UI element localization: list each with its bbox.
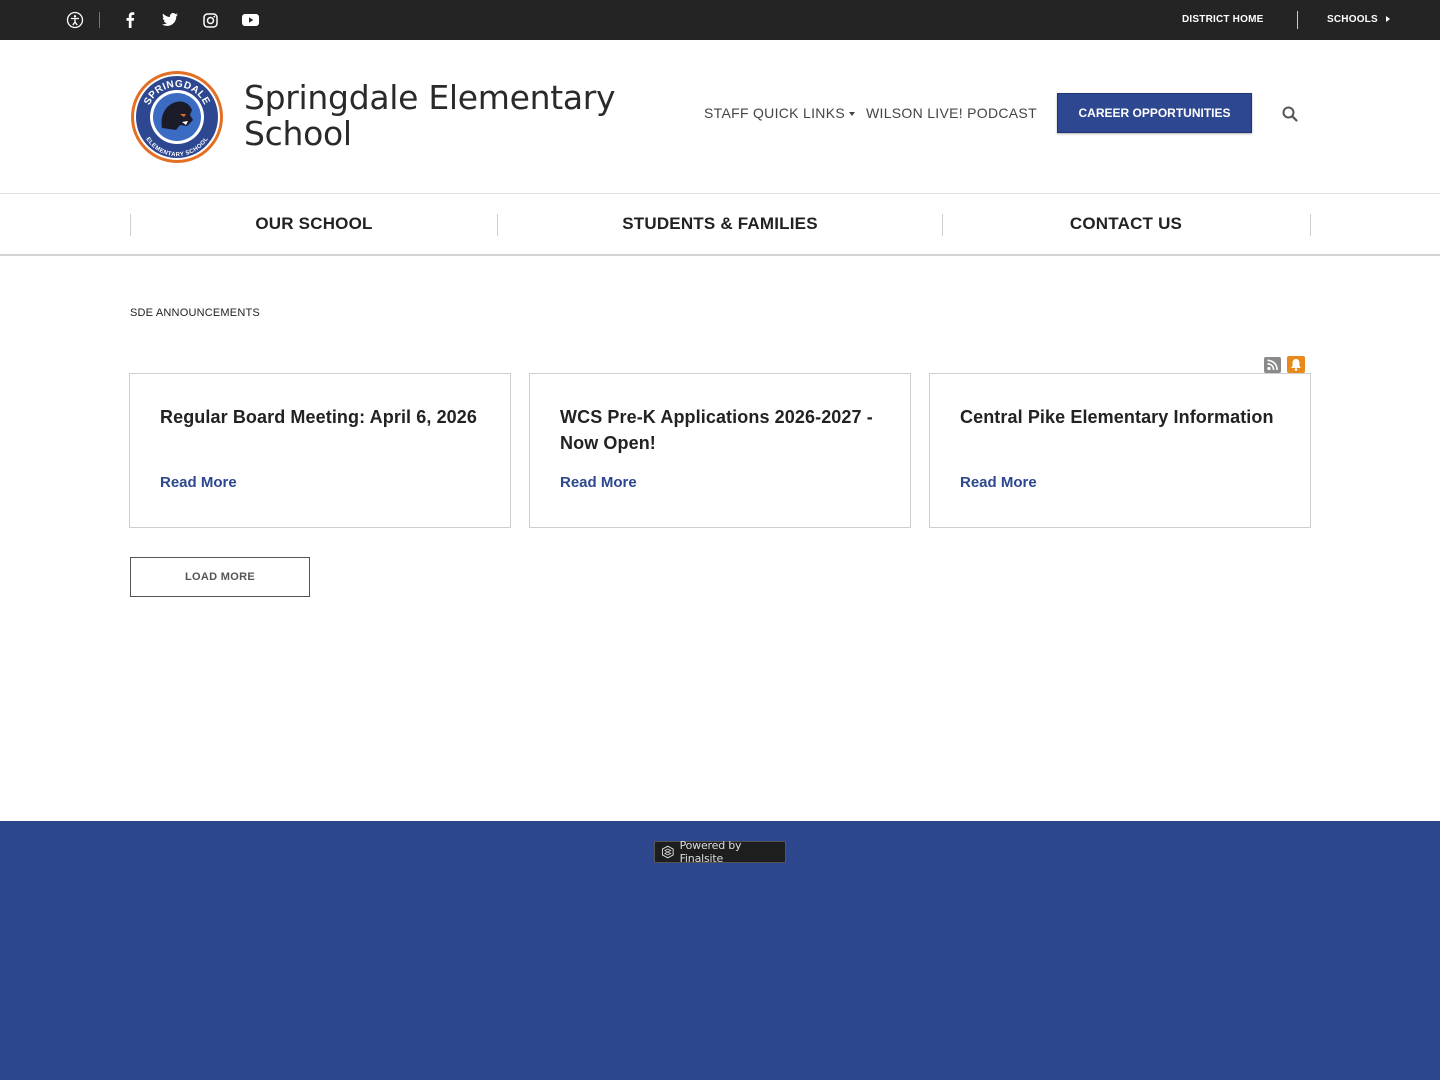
accessibility-icon[interactable] xyxy=(65,10,85,30)
bell-icon[interactable] xyxy=(1287,356,1305,373)
read-more-link[interactable]: Read More xyxy=(960,474,1037,491)
district-home-link[interactable]: DISTRICT HOME xyxy=(1182,14,1264,25)
facebook-icon[interactable] xyxy=(120,10,140,30)
finalsite-logo-icon xyxy=(661,845,674,859)
read-more-link[interactable]: Read More xyxy=(560,474,637,491)
powered-by-badge[interactable]: Powered by Finalsite xyxy=(654,839,786,865)
podcast-link[interactable]: WILSON LIVE! PODCAST xyxy=(866,105,1037,121)
utility-bar: DISTRICT HOME SCHOOLS xyxy=(0,0,1440,40)
announcement-title[interactable]: Regular Board Meeting: April 6, 2026 xyxy=(160,404,480,430)
powered-by-text: Powered by Finalsite xyxy=(679,839,742,865)
caret-right-icon xyxy=(1386,16,1390,22)
instagram-icon[interactable] xyxy=(200,10,220,30)
nav-contact-us[interactable]: CONTACT US xyxy=(943,214,1309,234)
school-logo[interactable]: SPRINGDALE ELEMENTARY SCHOOL xyxy=(130,70,224,164)
announcements-heading: SDE ANNOUNCEMENTS xyxy=(130,307,260,319)
announcement-card[interactable]: Regular Board Meeting: April 6, 2026 Rea… xyxy=(129,373,511,528)
schools-link[interactable]: SCHOOLS xyxy=(1327,14,1378,25)
announcement-title[interactable]: Central Pike Elementary Information xyxy=(960,404,1280,430)
topbar-separator xyxy=(1297,11,1298,29)
rss-icon[interactable] xyxy=(1264,357,1281,373)
chevron-down-icon xyxy=(848,112,855,117)
read-more-link[interactable]: Read More xyxy=(160,474,237,491)
announcement-card[interactable]: Central Pike Elementary Information Read… xyxy=(929,373,1311,528)
site-title[interactable]: Springdale Elementary School xyxy=(244,80,624,152)
staff-quick-links-menu[interactable]: STAFF QUICK LINKS xyxy=(704,105,855,121)
nav-separator xyxy=(1310,214,1311,236)
staff-quick-links-label: STAFF QUICK LINKS xyxy=(704,105,845,121)
announcement-card[interactable]: WCS Pre-K Applications 2026-2027 - Now O… xyxy=(529,373,911,528)
main-navigation: OUR SCHOOL STUDENTS & FAMILIES CONTACT U… xyxy=(0,194,1440,256)
career-opportunities-button[interactable]: CAREER OPPORTUNITIES xyxy=(1057,93,1252,133)
topbar-divider xyxy=(99,12,100,28)
nav-our-school[interactable]: OUR SCHOOL xyxy=(131,214,497,234)
twitter-icon[interactable] xyxy=(160,10,180,30)
youtube-icon[interactable] xyxy=(240,10,260,30)
announcement-title[interactable]: WCS Pre-K Applications 2026-2027 - Now O… xyxy=(560,404,880,456)
footer: Powered by Finalsite xyxy=(0,821,1440,1080)
search-icon[interactable] xyxy=(1281,105,1299,123)
nav-students-families[interactable]: STUDENTS & FAMILIES xyxy=(498,214,942,234)
load-more-button[interactable]: LOAD MORE xyxy=(130,557,310,597)
